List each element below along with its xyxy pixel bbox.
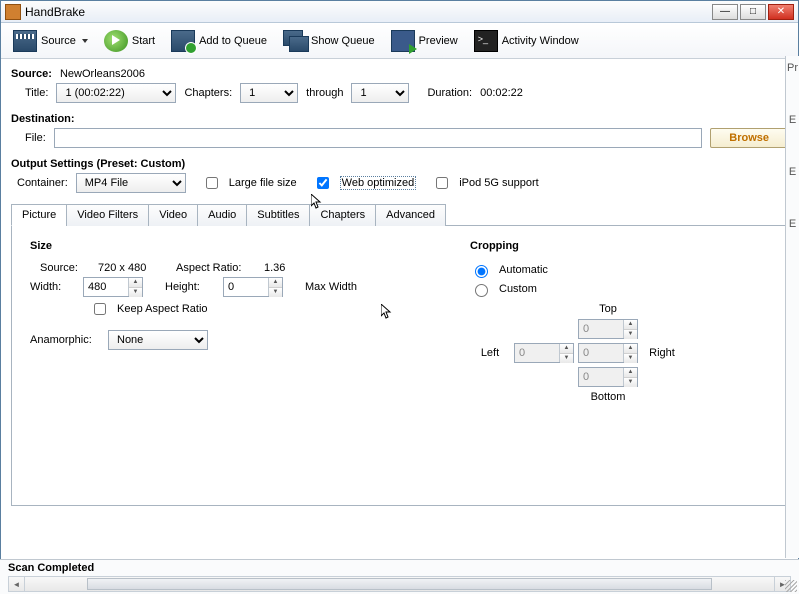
anamorphic-label: Anamorphic:	[30, 334, 100, 346]
film-icon	[13, 30, 37, 52]
ipod-label: iPod 5G support	[459, 177, 539, 189]
source-title-label: Source:	[11, 68, 52, 80]
chapter-to-select[interactable]: 1	[351, 83, 409, 103]
app-icon	[5, 4, 21, 20]
scroll-thumb[interactable]	[87, 578, 712, 590]
add-queue-label: Add to Queue	[199, 35, 267, 47]
height-stepper[interactable]: ▲▼	[223, 277, 283, 297]
chapter-from-select[interactable]: 1	[240, 83, 298, 103]
tab-audio[interactable]: Audio	[197, 204, 247, 226]
destination-heading: Destination:	[11, 113, 788, 125]
tab-video[interactable]: Video	[148, 204, 198, 226]
max-width-label: Max Width	[305, 281, 357, 293]
crop-auto-radio[interactable]	[475, 265, 488, 278]
start-button[interactable]: Start	[98, 28, 161, 54]
close-button[interactable]: ✕	[768, 4, 794, 20]
size-heading: Size	[30, 240, 410, 252]
tab-video-filters[interactable]: Video Filters	[66, 204, 149, 226]
activity-label: Activity Window	[502, 35, 579, 47]
show-queue-label: Show Queue	[311, 35, 375, 47]
tab-chapters[interactable]: Chapters	[309, 204, 376, 226]
tabs: Picture Video Filters Video Audio Subtit…	[11, 203, 788, 226]
preview-label: Preview	[419, 35, 458, 47]
tab-subtitles[interactable]: Subtitles	[246, 204, 310, 226]
web-optimized-label: Web optimized	[340, 176, 417, 190]
crop-custom-radio[interactable]	[475, 284, 488, 297]
toolbar: Source Start Add to Queue Show Queue Pre…	[1, 23, 798, 59]
title-label: Title:	[25, 87, 48, 99]
source-button[interactable]: Source	[7, 28, 94, 54]
add-queue-button[interactable]: Add to Queue	[165, 28, 273, 54]
crop-right-label: Right	[649, 347, 675, 359]
titlebar: HandBrake — □ ✕	[1, 1, 798, 23]
ipod-checkbox[interactable]	[436, 177, 448, 189]
h-scrollbar[interactable]: ◄ ►	[8, 576, 791, 592]
resize-grip[interactable]	[785, 580, 797, 592]
duration-value: 00:02:22	[480, 87, 523, 99]
presets-pane-collapsed[interactable]: Pr EEE	[785, 56, 799, 558]
browse-button[interactable]: Browse	[710, 128, 788, 148]
queue-icon	[283, 30, 307, 52]
presets-label: Pr	[787, 62, 798, 74]
keep-aspect-label: Keep Aspect Ratio	[117, 303, 208, 315]
large-file-label: Large file size	[229, 177, 297, 189]
through-label: through	[306, 87, 343, 99]
crop-bottom-stepper: ▲▼	[578, 367, 638, 387]
web-optimized-checkbox[interactable]	[317, 177, 329, 189]
source-dims-label: Source:	[40, 262, 90, 274]
play-icon	[104, 30, 128, 52]
large-file-checkbox[interactable]	[206, 177, 218, 189]
crop-top-label: Top	[599, 303, 617, 315]
file-input[interactable]	[54, 128, 702, 148]
crop-right-stepper: ▲▼	[578, 343, 638, 363]
duration-label: Duration:	[427, 87, 472, 99]
source-dims: 720 x 480	[98, 262, 168, 274]
cropping-heading: Cropping	[470, 240, 682, 252]
window-title: HandBrake	[25, 5, 85, 19]
container-label: Container:	[17, 177, 68, 189]
terminal-icon	[474, 30, 498, 52]
maximize-button[interactable]: □	[740, 4, 766, 20]
aspect-value: 1.36	[264, 262, 285, 274]
add-queue-icon	[171, 30, 195, 52]
tab-advanced[interactable]: Advanced	[375, 204, 446, 226]
crop-auto-label: Automatic	[499, 264, 548, 276]
aspect-label: Aspect Ratio:	[176, 262, 256, 274]
chevron-down-icon	[82, 39, 88, 43]
width-stepper[interactable]: ▲▼	[83, 277, 143, 297]
activity-button[interactable]: Activity Window	[468, 28, 585, 54]
crop-bottom-label: Bottom	[591, 391, 626, 403]
picture-panel: Size Source: 720 x 480 Aspect Ratio: 1.3…	[11, 226, 788, 506]
statusbar: Scan Completed ◄ ►	[0, 559, 799, 594]
crop-top-stepper: ▲▼	[578, 319, 638, 339]
crop-left-stepper: ▲▼	[514, 343, 574, 363]
source-label: Source	[41, 35, 76, 47]
anamorphic-select[interactable]: None	[108, 330, 208, 350]
tab-picture[interactable]: Picture	[11, 204, 67, 226]
scroll-left-icon[interactable]: ◄	[9, 577, 25, 591]
file-label: File:	[25, 132, 46, 144]
container-select[interactable]: MP4 File	[76, 173, 186, 193]
width-label: Width:	[30, 281, 75, 293]
crop-custom-label: Custom	[499, 283, 537, 295]
title-select[interactable]: 1 (00:02:22)	[56, 83, 176, 103]
status-text: Scan Completed	[8, 562, 791, 574]
source-name: NewOrleans2006	[60, 68, 145, 80]
preview-button[interactable]: Preview	[385, 28, 464, 54]
start-label: Start	[132, 35, 155, 47]
chapters-label: Chapters:	[184, 87, 232, 99]
crop-left-label: Left	[481, 347, 499, 359]
output-heading: Output Settings (Preset: Custom)	[11, 158, 788, 170]
keep-aspect-checkbox[interactable]	[94, 303, 106, 315]
minimize-button[interactable]: —	[712, 4, 738, 20]
show-queue-button[interactable]: Show Queue	[277, 28, 381, 54]
height-label: Height:	[165, 281, 215, 293]
preview-icon	[391, 30, 415, 52]
